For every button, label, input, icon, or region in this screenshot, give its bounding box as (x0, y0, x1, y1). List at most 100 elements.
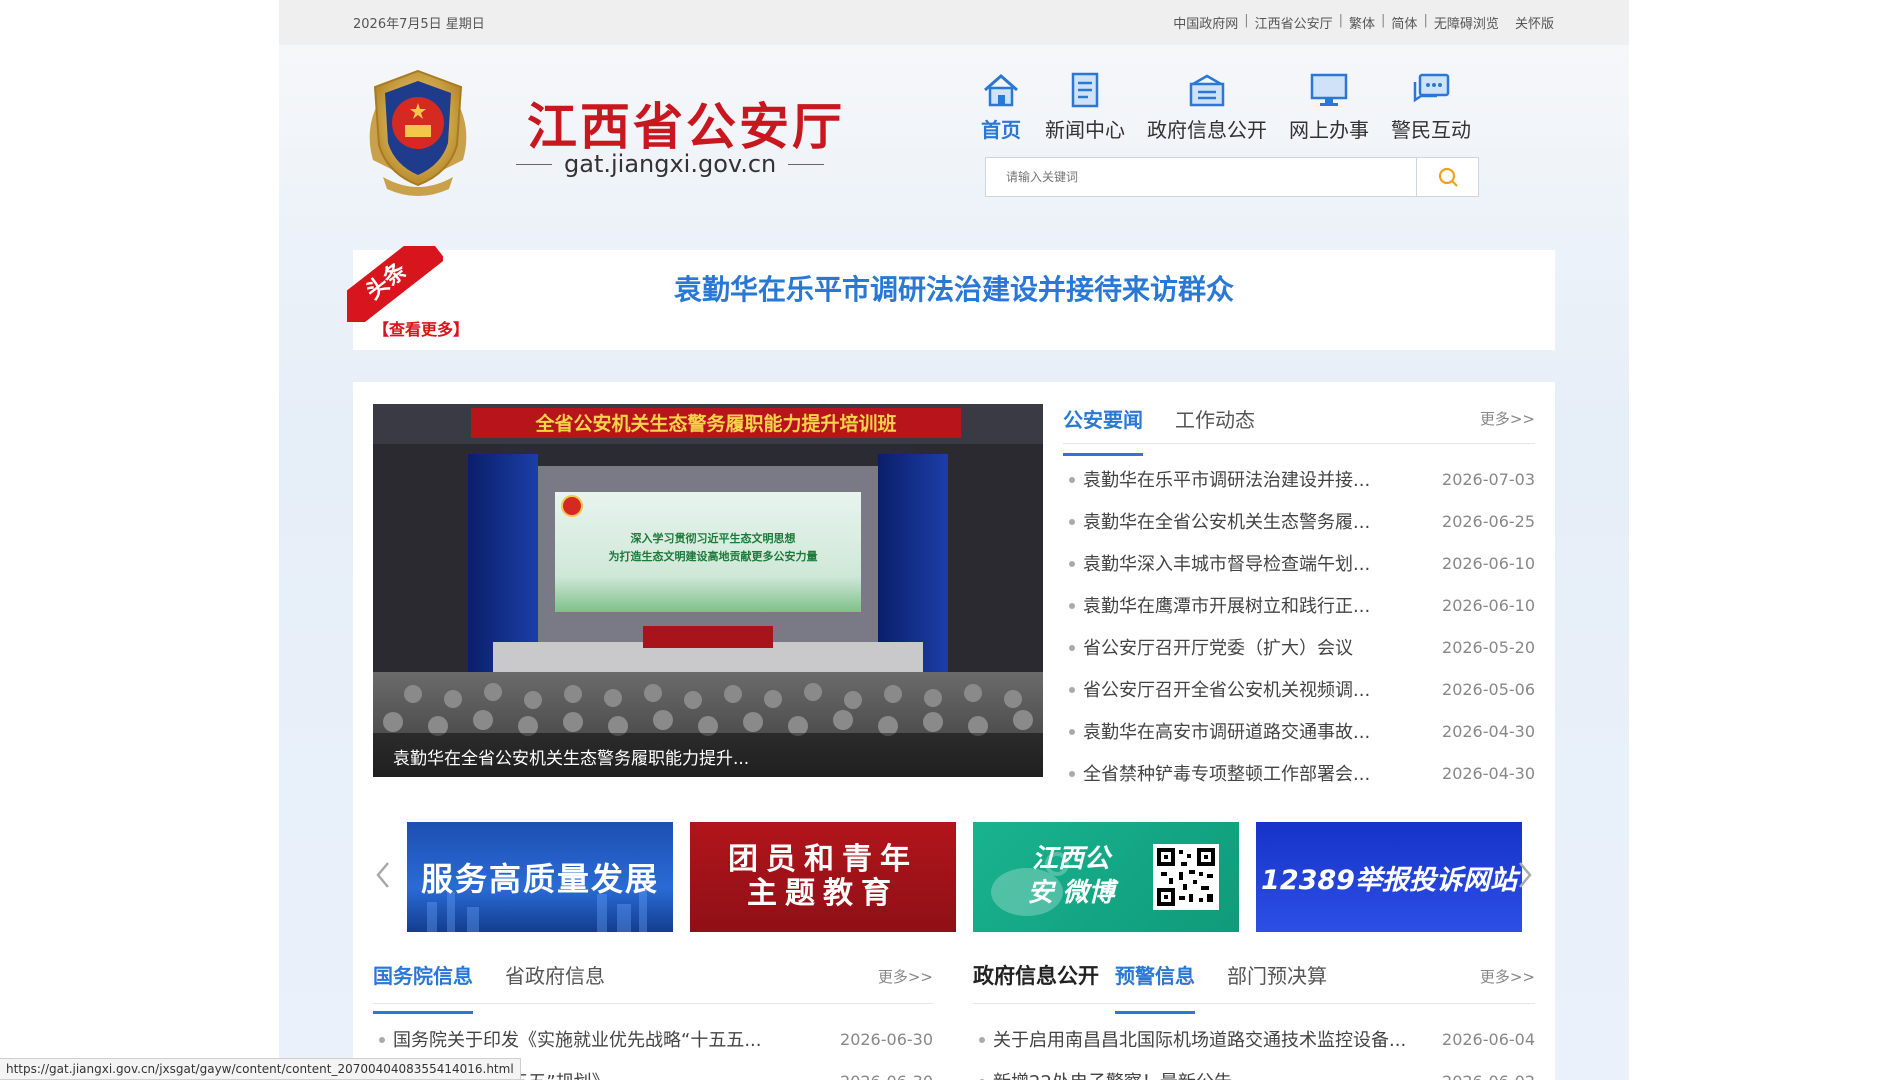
tab-provincial-gov-info[interactable]: 省政府信息 (505, 952, 605, 1003)
link-provincial-police[interactable]: 江西省公安厅 (1255, 13, 1333, 32)
list-item[interactable]: 省公安厅召开全省公安机关视频调... 2026-05-06 (1063, 668, 1535, 710)
list-item-date: 2026-05-20 (1442, 637, 1535, 657)
link-care-mode[interactable]: 关怀版 (1515, 13, 1554, 32)
banner-12389-report-site[interactable]: 12389举报投诉网站 (1256, 822, 1522, 932)
tab-police-news[interactable]: 公安要闻 (1063, 400, 1143, 456)
list-item-title: 全省禁种铲毒专项整顿工作部署会... (1083, 764, 1371, 785)
list-item[interactable]: 关于启用南昌昌北国际机场道路交通技术监控设备... 2026-06-04 (973, 1018, 1535, 1060)
divider: | (1423, 13, 1428, 28)
state-council-more-link[interactable]: 更多>> (878, 966, 933, 987)
carousel-caption[interactable]: 袁勤华在全省公安机关生态警务履职能力提升... (393, 744, 749, 769)
monitor-icon (1307, 70, 1351, 110)
list-item-date: 2026-06-10 (1442, 553, 1535, 573)
list-item[interactable]: 袁勤华在鹰潭市开展树立和践行正... 2026-06-10 (1063, 584, 1535, 626)
search-icon (1438, 167, 1458, 187)
list-item-title: 省公安厅召开厅党委（扩大）会议 (1083, 638, 1353, 659)
list-item[interactable]: 国务院关于印发《实施就业优先战略“十五五... 2026-06-30 (373, 1018, 933, 1060)
list-item-title: 国务院关于印发《实施就业优先战略“十五五... (393, 1030, 762, 1051)
gov-info-list: 关于启用南昌昌北国际机场道路交通技术监控设备... 2026-06-04 新增22处… (973, 1018, 1535, 1080)
decorative-line (788, 163, 825, 165)
screen-text-line1: 深入学习贯彻习近平生态文明思想 (631, 531, 796, 545)
link-accessibility[interactable]: 无障碍浏览 (1434, 13, 1499, 32)
tab-department-budget[interactable]: 部门预决算 (1227, 952, 1327, 1003)
site-title[interactable]: 江西省公安厅 (527, 87, 845, 159)
link-simplified-chinese[interactable]: 简体 (1391, 13, 1417, 32)
banner-quality-development[interactable]: 服务高质量发展 (407, 822, 673, 932)
search-input[interactable] (986, 158, 1418, 196)
banner-police-weibo[interactable]: 江西公安 微博 (973, 822, 1239, 932)
link-traditional-chinese[interactable]: 繁体 (1349, 13, 1375, 32)
divider (1505, 13, 1509, 32)
site-url: gat.jiangxi.gov.cn (504, 150, 836, 178)
list-item-title: 袁勤华深入丰城市督导检查端午划... (1083, 554, 1371, 575)
list-item-date: 2026-06-30 (813, 1072, 933, 1080)
decorative-line (516, 163, 552, 165)
list-item-date: 2026-05-06 (1442, 679, 1535, 699)
list-item[interactable]: 袁勤华在高安市调研道路交通事故... 2026-04-30 (1063, 710, 1535, 752)
nav-online-services[interactable]: 网上办事 (1289, 70, 1369, 143)
tab-warning-info[interactable]: 预警信息 (1115, 952, 1195, 1014)
nav-gov-info[interactable]: 政府信息公开 (1147, 70, 1267, 143)
link-gov-portal[interactable]: 中国政府网 (1173, 13, 1238, 32)
gov-info-more-link[interactable]: 更多>> (1480, 966, 1535, 987)
nav-news-center[interactable]: 新闻中心 (1045, 70, 1125, 143)
list-item[interactable]: 新增22处电子警察！最新公告2026-06-02 (973, 1060, 1535, 1080)
list-item-date: 2026-06-04 (1442, 1029, 1535, 1049)
news-list: 袁勤华在乐平市调研法治建设并接... 2026-07-03 袁勤华在全省公安机关生态… (1063, 458, 1535, 794)
state-council-tabs: 国务院信息 省政府信息 更多>> (373, 952, 933, 1014)
image-carousel[interactable]: 全省公安机关生态警务履职能力提升培训班 深入学习贯彻习近平生态文明思想 为打造生… (373, 404, 1043, 777)
list-item[interactable]: 省公安厅召开厅党委（扩大）会议 2026-05-20 (1063, 626, 1535, 668)
search-button[interactable] (1416, 158, 1478, 196)
nav-label: 首页 (981, 118, 1021, 142)
headline-title[interactable]: 袁勤华在乐平市调研法治建设并接待来访群众 (353, 268, 1555, 308)
nav-home[interactable]: 首页 (979, 70, 1023, 143)
nav-label: 政府信息公开 (1147, 118, 1267, 142)
police-emblem-logo[interactable] (353, 65, 483, 200)
list-item-date: 2026-04-30 (1442, 763, 1535, 783)
list-item-date: 2026-07-03 (1442, 469, 1535, 489)
briefcase-icon (1185, 70, 1229, 110)
tab-state-council-info[interactable]: 国务院信息 (373, 952, 473, 1014)
qr-code-image (1153, 844, 1219, 910)
list-item-date: 2026-06-10 (1442, 595, 1535, 615)
nav-label: 网上办事 (1289, 118, 1369, 142)
list-item[interactable]: 袁勤华在全省公安机关生态警务履... 2026-06-25 (1063, 500, 1535, 542)
list-item-title: 袁勤华在鹰潭市开展树立和践行正... (1083, 596, 1371, 617)
nav-interaction[interactable]: 警民互动 (1391, 70, 1471, 143)
promo-banners: 服务高质量发展 团员和青年 主题教育 江西公安 微博 12389举报投诉网站 (353, 822, 1555, 932)
list-item-title: 袁勤华在全省公安机关生态警务履... (1083, 512, 1371, 533)
chevron-right-icon[interactable] (1515, 860, 1535, 890)
list-item-title: 袁勤华在乐平市调研法治建设并接... (1083, 470, 1371, 491)
divider: | (1381, 13, 1386, 28)
top-bar: 2026年7月5日 星期日 中国政府网 | 江西省公安厅 | 繁体 | 简体 | 无障碍… (279, 0, 1629, 45)
list-item[interactable]: 全省禁种铲毒专项整顿工作部署会... 2026-04-30 (1063, 752, 1535, 794)
banner-text: 服务高质量发展 (420, 860, 659, 898)
list-item-date: 2026-04-30 (1442, 721, 1535, 741)
list-item-date: 2026-06-30 (840, 1029, 933, 1049)
gov-info-tabs: 政府信息公开 预警信息 部门预决算 更多>> (973, 952, 1535, 1014)
news-more-link[interactable]: 更多>> (1480, 408, 1535, 429)
list-item-title: 关于启用南昌昌北国际机场道路交通技术监控设备... (993, 1030, 1407, 1051)
list-item[interactable]: 袁勤华深入丰城市督导检查端午划... 2026-06-10 (1063, 542, 1535, 584)
home-icon (979, 70, 1023, 110)
gov-info-heading[interactable]: 政府信息公开 (973, 952, 1099, 1003)
headline-more-link[interactable]: 【查看更多】 (373, 316, 469, 340)
current-date: 2026年7月5日 星期日 (353, 17, 485, 32)
banner-text: 12389举报投诉网站 (1261, 864, 1517, 896)
main-nav: 首页 新闻中心 政府信息公开 网上办事 警民互动 (979, 70, 1493, 143)
list-item-title: 新增22处电子警察！最新公告 (993, 1068, 1415, 1080)
document-icon (1063, 70, 1107, 110)
site-header: 江西省公安厅 gat.jiangxi.gov.cn 首页 新闻中心 政府信息公开… (279, 45, 1629, 215)
carousel-caption-bar: 袁勤华在全省公安机关生态警务履职能力提升... (373, 733, 1043, 777)
divider: | (1244, 13, 1249, 28)
banner-youth-education[interactable]: 团员和青年 主题教育 (690, 822, 956, 932)
banner-text: 团员和青年 主题教育 (728, 841, 918, 911)
page: 2026年7月5日 星期日 中国政府网 | 江西省公安厅 | 繁体 | 简体 | 无障碍… (279, 0, 1629, 1080)
site-url-text: gat.jiangxi.gov.cn (564, 150, 777, 178)
screen-text-line2: 为打造生态文明建设高地贡献更多公安力量 (609, 549, 818, 563)
tab-work-updates[interactable]: 工作动态 (1175, 400, 1255, 443)
chevron-left-icon[interactable] (373, 860, 393, 890)
banner-text: 江西公安 微博 (1027, 844, 1115, 908)
list-item[interactable]: 袁勤华在乐平市调研法治建设并接... 2026-07-03 (1063, 458, 1535, 500)
list-item-title: 省公安厅召开全省公安机关视频调... (1083, 680, 1371, 701)
